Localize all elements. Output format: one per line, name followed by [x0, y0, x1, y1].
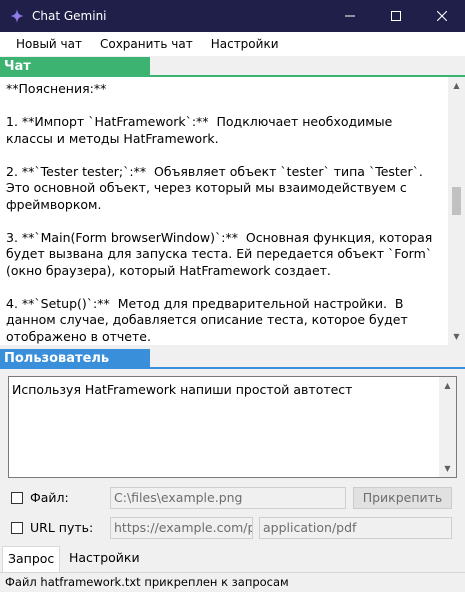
prompt-input[interactable]: Используя HatFramework напиши простой ав… [8, 376, 457, 478]
file-path-field[interactable]: C:\files\example.png [110, 487, 346, 509]
file-row: Файл: C:\files\example.png Прикрепить [0, 487, 465, 511]
file-checkbox[interactable] [11, 492, 23, 504]
chat-scrollbar[interactable]: ▲ ▼ [448, 77, 465, 345]
prompt-scrollbar[interactable]: ▲ ▼ [439, 377, 456, 477]
scroll-up-icon[interactable]: ▲ [448, 77, 465, 94]
chat-line: 2. **`Tester tester;`:** Объявляет объек… [6, 163, 427, 212]
mime-field[interactable]: application/pdf [259, 517, 452, 539]
close-icon[interactable] [419, 0, 465, 32]
file-label: Файл: [30, 490, 69, 505]
url-row: URL путь: https://example.com/page appli… [0, 517, 465, 541]
tab-request[interactable]: Запрос [2, 546, 61, 572]
url-label: URL путь: [30, 520, 94, 535]
menu-settings[interactable]: Настройки [202, 32, 288, 56]
tab-settings[interactable]: Настройки [64, 548, 145, 570]
chat-line: 3. **`Main(Form browserWindow)`:** Основ… [6, 229, 437, 278]
title-bar: Chat Gemini [0, 0, 465, 32]
window-title: Chat Gemini [32, 9, 107, 23]
chat-header: Чат [0, 57, 150, 76]
chat-output[interactable]: **Пояснения:** 1. **Импорт `HatFramework… [0, 77, 465, 345]
gemini-star-icon [10, 9, 24, 23]
menu-bar: Новый чат Сохранить чат Настройки [0, 32, 465, 56]
url-checkbox[interactable] [11, 522, 23, 534]
user-divider [0, 367, 465, 369]
bottom-tabs: Запрос Настройки [0, 546, 465, 572]
scroll-down-icon[interactable]: ▼ [439, 460, 456, 477]
scroll-thumb[interactable] [452, 186, 461, 215]
user-header: Пользователь [0, 349, 150, 368]
scroll-down-icon[interactable]: ▼ [448, 328, 465, 345]
chat-line: **Пояснения:** [6, 81, 107, 96]
chat-line: 1. **Импорт `HatFramework`:** Подключает… [6, 114, 397, 146]
status-bar: Файл hatframework.txt прикреплен к запро… [0, 572, 465, 592]
attach-button[interactable]: Прикрепить [353, 487, 452, 509]
maximize-icon[interactable] [373, 0, 419, 32]
menu-new-chat[interactable]: Новый чат [7, 32, 91, 56]
menu-save-chat[interactable]: Сохранить чат [91, 32, 202, 56]
minimize-icon[interactable] [327, 0, 373, 32]
prompt-text[interactable]: Используя HatFramework напиши простой ав… [12, 382, 352, 397]
chat-line [6, 147, 436, 164]
chat-line [6, 279, 436, 296]
chat-text: **Пояснения:** 1. **Импорт `HatFramework… [6, 81, 436, 345]
scroll-up-icon[interactable]: ▲ [439, 377, 456, 394]
chat-line: 4. **`Setup()`:** Метод для предваритель… [6, 295, 412, 344]
chat-line [6, 98, 436, 115]
url-field[interactable]: https://example.com/page [110, 517, 253, 539]
chat-line [6, 213, 436, 230]
